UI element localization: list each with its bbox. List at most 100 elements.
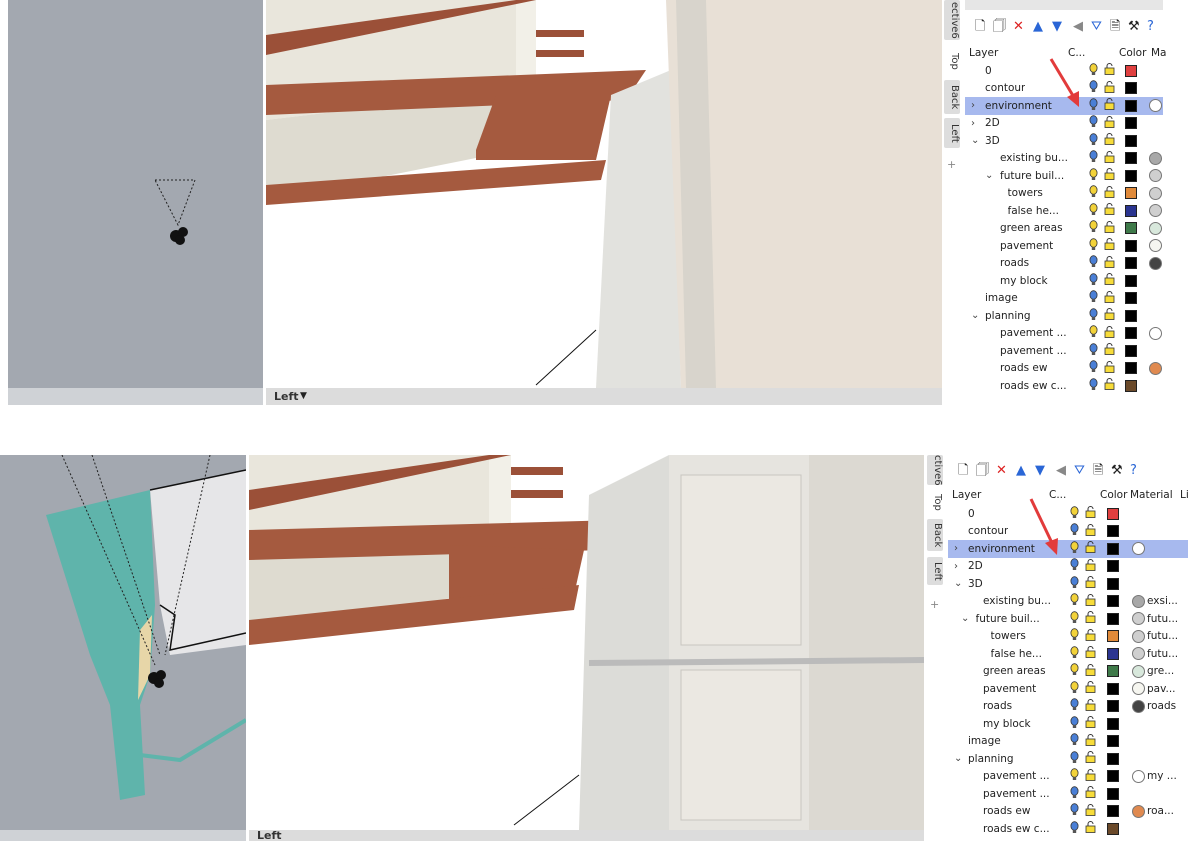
layer-color-swatch[interactable]	[1107, 770, 1119, 783]
layer-name[interactable]: pavement	[983, 683, 1036, 695]
visibility-bulb-icon[interactable]	[1070, 681, 1079, 697]
layer-row[interactable]: pavement pav...	[948, 680, 1188, 698]
layer-row[interactable]: ⌄ future buil...	[965, 167, 1163, 185]
layer-name[interactable]: pavement ...	[1000, 345, 1067, 357]
visibility-bulb-icon[interactable]	[1070, 523, 1079, 539]
lock-icon[interactable]	[1104, 308, 1115, 323]
layer-color-swatch[interactable]	[1125, 309, 1137, 322]
material-name[interactable]: roads	[1147, 700, 1176, 712]
layer-color-swatch[interactable]	[1107, 665, 1119, 678]
lock-icon[interactable]	[1104, 360, 1115, 376]
layer-color-swatch[interactable]	[1107, 735, 1119, 748]
lock-icon[interactable]	[1104, 220, 1115, 236]
expand-chevron-icon[interactable]: ›	[971, 100, 975, 111]
layer-name[interactable]: towers	[1008, 187, 1043, 199]
layer-color-swatch[interactable]	[1125, 292, 1137, 305]
material-swatch-icon[interactable]	[1132, 664, 1145, 678]
layer-row[interactable]: contour	[948, 523, 1188, 541]
dropdown-icon[interactable]: ▼	[300, 391, 307, 401]
layer-row[interactable]: green areas gre...	[948, 663, 1188, 681]
material-name[interactable]: futu...	[1147, 648, 1178, 660]
lock-icon[interactable]	[1085, 611, 1096, 626]
layer-color-swatch[interactable]	[1125, 344, 1137, 357]
layer-row[interactable]: image	[948, 733, 1188, 751]
add-tab-icon[interactable]: +	[930, 598, 939, 611]
layer-name[interactable]: 0	[985, 65, 992, 77]
visibility-bulb-icon[interactable]	[1070, 593, 1079, 609]
visibility-bulb-icon[interactable]	[1089, 220, 1098, 236]
material-swatch-icon[interactable]	[1132, 629, 1145, 643]
visibility-bulb-icon[interactable]	[1070, 628, 1079, 644]
new-sublayer-icon[interactable]: 🗍	[993, 19, 1006, 35]
layer-row[interactable]: pavement	[965, 237, 1163, 255]
layer-color-swatch[interactable]	[1107, 577, 1119, 590]
collapse-chevron-icon[interactable]: ⌄	[985, 170, 993, 181]
layer-row[interactable]: green areas	[965, 220, 1163, 238]
layer-row[interactable]: false he...	[965, 202, 1163, 220]
layer-name[interactable]: pavement ...	[983, 788, 1050, 800]
collapse-chevron-icon[interactable]: ⌄	[971, 310, 979, 321]
visibility-bulb-icon[interactable]	[1070, 663, 1079, 679]
visibility-bulb-icon[interactable]	[1070, 803, 1079, 819]
lock-icon[interactable]	[1085, 698, 1096, 714]
visibility-bulb-icon[interactable]	[1089, 308, 1098, 324]
material-name[interactable]: my ...	[1147, 770, 1177, 782]
visibility-bulb-icon[interactable]	[1089, 238, 1098, 254]
col-color[interactable]: Color	[1100, 489, 1127, 501]
visibility-bulb-icon[interactable]	[1070, 558, 1079, 574]
visibility-bulb-icon[interactable]	[1089, 290, 1098, 306]
layer-name[interactable]: false he...	[1008, 205, 1059, 217]
tab-perspective6[interactable]: ctive6	[927, 455, 943, 486]
move-down-icon[interactable]: ▼	[1052, 19, 1062, 35]
bottom-perspective-viewport[interactable]	[249, 455, 924, 830]
material-swatch-icon[interactable]	[1132, 682, 1145, 696]
bottom-left-viewport[interactable]	[0, 455, 248, 830]
layer-name[interactable]: pavement ...	[983, 770, 1050, 782]
layer-color-swatch[interactable]	[1107, 542, 1119, 555]
layer-color-swatch[interactable]	[1107, 595, 1119, 608]
layer-color-swatch[interactable]	[1125, 362, 1137, 375]
tab-left[interactable]: Left	[944, 118, 960, 148]
visibility-bulb-icon[interactable]	[1070, 576, 1079, 592]
lock-icon[interactable]	[1085, 663, 1096, 679]
lock-icon[interactable]	[1085, 576, 1096, 591]
layer-color-swatch[interactable]	[1125, 64, 1137, 77]
layer-name[interactable]: roads	[1000, 257, 1029, 269]
layer-color-swatch[interactable]	[1125, 379, 1137, 392]
layer-name[interactable]: my block	[1000, 275, 1048, 287]
lock-icon[interactable]	[1085, 681, 1096, 696]
move-left-icon[interactable]: ◀	[1073, 19, 1083, 35]
visibility-bulb-icon[interactable]	[1089, 378, 1098, 394]
tab-back[interactable]: Back	[944, 80, 960, 114]
layer-row[interactable]: towers	[965, 185, 1163, 203]
tab-top[interactable]: Top	[927, 489, 943, 515]
layer-name[interactable]: pavement ...	[1000, 327, 1067, 339]
material-swatch-icon[interactable]	[1149, 361, 1162, 375]
layer-color-swatch[interactable]	[1125, 239, 1137, 252]
layer-name[interactable]: contour	[985, 82, 1025, 94]
material-swatch-icon[interactable]	[1149, 326, 1162, 340]
visibility-bulb-icon[interactable]	[1070, 786, 1079, 802]
tab-left[interactable]: Left	[927, 557, 943, 585]
layer-color-swatch[interactable]	[1107, 682, 1119, 695]
material-swatch-icon[interactable]	[1132, 804, 1145, 818]
material-swatch-icon[interactable]	[1132, 699, 1145, 713]
visibility-bulb-icon[interactable]	[1089, 168, 1098, 184]
material-name[interactable]: pav...	[1147, 683, 1176, 695]
layer-row[interactable]: existing bu...	[965, 150, 1163, 168]
material-swatch-icon[interactable]	[1132, 542, 1145, 556]
col-material[interactable]: Material	[1130, 489, 1173, 501]
layer-row[interactable]: ⌄ future buil... futu...	[948, 610, 1188, 628]
layer-color-swatch[interactable]	[1125, 222, 1137, 235]
layer-row[interactable]: › 2D	[965, 115, 1163, 133]
visibility-bulb-icon[interactable]	[1089, 63, 1098, 79]
layer-color-swatch[interactable]	[1125, 204, 1137, 217]
layer-color-swatch[interactable]	[1107, 822, 1119, 835]
lock-icon[interactable]	[1104, 343, 1115, 358]
layer-color-swatch[interactable]	[1125, 187, 1137, 200]
move-left-icon[interactable]: ◀	[1056, 463, 1066, 479]
viewport-tab-left[interactable]: Left	[274, 390, 299, 403]
move-up-icon[interactable]: ▲	[1016, 463, 1026, 479]
layer-row[interactable]: ⌄ 3D	[948, 575, 1188, 593]
properties-icon[interactable]: 🗎	[1093, 463, 1103, 479]
